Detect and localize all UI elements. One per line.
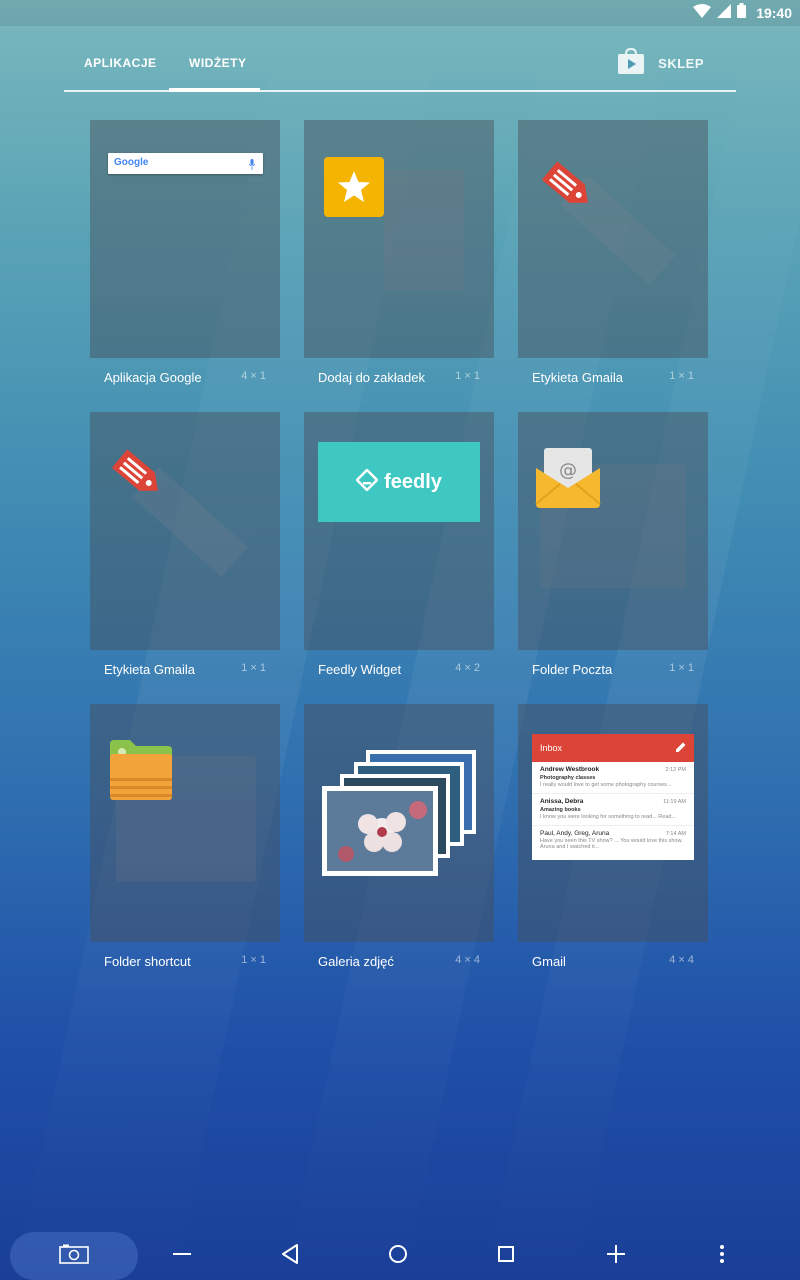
gmail-inbox-preview: Inbox Andrew Westbrook Photography class…	[532, 734, 694, 860]
widget-preview	[518, 120, 708, 358]
widget-size: 4 × 2	[455, 662, 480, 674]
status-bar: 19:40	[0, 0, 800, 26]
google-search-bar: Google	[108, 153, 263, 174]
widget-preview: feedly	[304, 412, 494, 650]
tab-widgets[interactable]: WIDŻETY	[189, 56, 247, 70]
widget-preview	[90, 704, 280, 942]
widget-folder-shortcut[interactable]: Folder shortcut 1 × 1	[90, 704, 280, 982]
battery-icon	[737, 3, 747, 23]
tab-indicator	[169, 88, 260, 92]
widget-preview: @	[518, 412, 708, 650]
widget-preview	[304, 120, 494, 358]
screenshot-button[interactable]	[10, 1232, 138, 1280]
widget-size: 1 × 1	[669, 662, 694, 674]
compose-pencil-icon	[675, 740, 687, 758]
widget-label: Etykieta Gmaila	[104, 662, 196, 677]
widget-size: 1 × 1	[669, 370, 694, 382]
widget-photo-gallery[interactable]: Galeria zdjęć 4 × 4	[304, 704, 494, 982]
gmail-label-tag-icon	[536, 154, 600, 223]
widget-mail-folder[interactable]: @ Folder Poczta 1 × 1	[518, 412, 708, 690]
navigation-bar	[0, 1232, 800, 1280]
mail-item: Paul, Andy, Greg, Aruna Have you seen th…	[540, 830, 686, 850]
bookmark-star-icon	[324, 157, 384, 222]
svg-text:@: @	[559, 460, 577, 481]
feedly-icon	[355, 467, 379, 496]
widget-label: Dodaj do zakładek	[318, 370, 425, 385]
play-store-bag-icon	[616, 46, 646, 81]
gmail-inbox-title: Inbox	[540, 743, 563, 753]
widget-size: 1 × 1	[455, 370, 480, 382]
widget-label: Galeria zdjęć	[318, 954, 394, 969]
widget-size: 1 × 1	[241, 662, 266, 674]
widget-gmail-label[interactable]: Etykieta Gmaila 1 × 1	[518, 120, 708, 398]
screenshot-icon	[59, 1244, 89, 1269]
mail-item: Anissa, Debra Amazing books I know you w…	[532, 794, 694, 826]
minus-button[interactable]	[162, 1232, 202, 1280]
widget-size: 4 × 1	[241, 370, 266, 382]
widget-gmail-label[interactable]: Etykieta Gmaila 1 × 1	[90, 412, 280, 690]
widget-label: Aplikacja Google	[104, 370, 202, 385]
status-time: 19:40	[756, 5, 792, 21]
widget-size: 4 × 4	[455, 954, 480, 966]
widget-preview: Google	[90, 120, 280, 358]
tab-apps[interactable]: APLIKACJE	[84, 56, 157, 70]
widget-label: Folder Poczta	[532, 662, 613, 677]
recents-icon	[497, 1245, 515, 1268]
widget-picker-tabs: APLIKACJE WIDŻETY SKLEP	[64, 44, 736, 92]
signal-icon	[717, 3, 732, 23]
photo-stack-icon	[322, 750, 478, 883]
home-icon	[388, 1244, 408, 1269]
feedly-wordmark: feedly	[384, 470, 442, 493]
widget-preview	[90, 412, 280, 650]
widget-label: Folder shortcut	[104, 954, 191, 969]
widget-google-app[interactable]: Google Aplikacja Google 4 × 1	[90, 120, 280, 398]
minus-icon	[173, 1245, 191, 1268]
widget-size: 1 × 1	[241, 954, 266, 966]
more-button[interactable]	[702, 1232, 742, 1280]
widget-feedly[interactable]: feedly Feedly Widget 4 × 2	[304, 412, 494, 690]
back-icon	[281, 1243, 299, 1269]
recents-button[interactable]	[486, 1232, 526, 1280]
widget-label: Gmail	[532, 954, 566, 969]
widget-size: 4 × 4	[669, 954, 694, 966]
more-vert-icon	[719, 1244, 725, 1269]
mail-folder-icon: @	[534, 446, 602, 513]
plus-button[interactable]	[596, 1232, 636, 1280]
wifi-icon	[693, 3, 712, 23]
feedly-logo: feedly	[318, 442, 480, 522]
widget-preview	[304, 704, 494, 942]
plus-icon	[607, 1244, 625, 1268]
store-label: SKLEP	[658, 55, 704, 71]
widget-bookmark[interactable]: Dodaj do zakładek 1 × 1	[304, 120, 494, 398]
google-logo: Google	[114, 157, 149, 168]
widget-gmail[interactable]: Inbox Andrew Westbrook Photography class…	[518, 704, 708, 982]
folder-icon	[108, 738, 174, 807]
gmail-label-tag-icon	[106, 442, 170, 511]
widget-label: Feedly Widget	[318, 662, 402, 677]
widget-label: Etykieta Gmaila	[532, 370, 624, 385]
store-button[interactable]: SKLEP	[616, 46, 704, 81]
mail-item: Andrew Westbrook Photography classes I r…	[532, 762, 694, 794]
widget-preview: Inbox Andrew Westbrook Photography class…	[518, 704, 708, 942]
mic-icon	[248, 157, 256, 175]
home-button[interactable]	[378, 1232, 418, 1280]
back-button[interactable]	[270, 1232, 310, 1280]
